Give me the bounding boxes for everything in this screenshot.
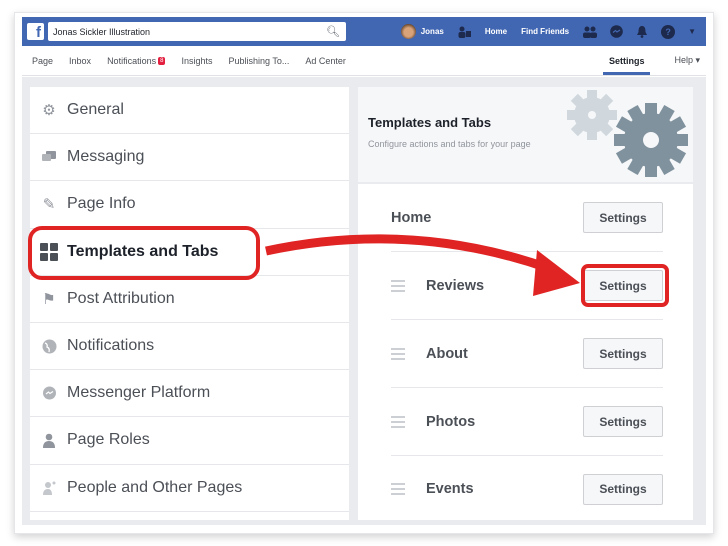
reviews-settings-button[interactable]: Settings: [583, 270, 663, 301]
notifications-bell-icon[interactable]: [636, 25, 648, 38]
sidebar-item-page-info[interactable]: ✎ Page Info: [30, 181, 349, 229]
messenger-icon: [40, 384, 58, 402]
tab-settings[interactable]: Settings: [603, 46, 650, 75]
events-settings-button[interactable]: Settings: [583, 473, 663, 505]
drag-handle-icon[interactable]: [391, 483, 405, 495]
sidebar-item-messenger-platform[interactable]: Messenger Platform: [30, 370, 349, 418]
person-icon: [40, 431, 58, 449]
search-input[interactable]: [53, 26, 303, 37]
pencil-icon: ✎: [42, 196, 56, 214]
sidebar-item-label: Page Info: [67, 195, 136, 213]
avatar[interactable]: [400, 24, 416, 39]
drag-handle-icon[interactable]: [391, 279, 405, 292]
about-settings-button[interactable]: Settings: [583, 338, 663, 369]
sidebar-item-label: Page Roles: [67, 431, 150, 449]
gear-icon: ⚙: [42, 102, 56, 120]
find-friends-link[interactable]: Find Friends: [521, 27, 569, 36]
friend-requests-icon[interactable]: [583, 26, 598, 38]
sidebar-item-label: General: [67, 101, 124, 119]
large-gear-icon: [614, 103, 688, 177]
top-nav-links: Jonas Home Find Friends ? ▼: [400, 17, 706, 46]
small-gear-icon: [567, 90, 617, 140]
tab-row-home: Home Settings: [391, 184, 663, 252]
help-menu[interactable]: Help ▾: [674, 46, 700, 75]
tab-row-events[interactable]: Events Settings: [391, 455, 663, 523]
sidebar-item-page-roles[interactable]: Page Roles: [30, 417, 349, 465]
tab-row-about[interactable]: About Settings: [391, 320, 663, 388]
tab-row-label: Reviews: [426, 277, 485, 294]
page-tabs-bar: Page Inbox Notifications 8 Insights Publ…: [22, 46, 706, 76]
tab-notifications-label: Notifications: [107, 55, 157, 66]
tabs-list: Home Settings Reviews Settings About Set…: [358, 184, 693, 520]
tab-insights[interactable]: Insights: [181, 46, 212, 75]
sidebar-item-notifications[interactable]: Notifications: [30, 323, 349, 371]
sidebar-item-label: Post Attribution: [67, 289, 175, 307]
notification-count-badge: 8: [158, 56, 166, 65]
account-menu-caret-icon[interactable]: ▼: [688, 27, 696, 36]
sidebar-item-templates-and-tabs[interactable]: Templates and Tabs: [30, 229, 349, 276]
tab-row-label: Home: [391, 209, 432, 226]
sidebar-item-post-attribution[interactable]: ⚑ Post Attribution: [30, 276, 349, 323]
top-navigation-bar: f 🔍︎ Jonas Home Find Friends ? ▼: [22, 17, 706, 46]
tab-row-reviews[interactable]: Reviews Settings: [391, 252, 663, 320]
tab-row-label: Events: [426, 481, 474, 497]
sidebar-item-label: Notifications: [67, 337, 155, 355]
sidebar-item-label: Messenger Platform: [67, 384, 211, 402]
create-page-icon[interactable]: [458, 26, 472, 38]
tab-notifications[interactable]: Notifications 8: [107, 46, 166, 75]
tab-row-photos[interactable]: Photos Settings: [391, 388, 663, 456]
sidebar-item-people-and-other-pages[interactable]: People and Other Pages: [30, 465, 349, 512]
facebook-logo-icon[interactable]: f: [27, 23, 44, 40]
messenger-icon[interactable]: [610, 25, 623, 38]
sidebar-item-messaging[interactable]: Messaging: [30, 134, 349, 182]
sidebar-item-label: Messaging: [67, 148, 145, 166]
help-icon[interactable]: ?: [661, 24, 676, 39]
drag-handle-icon[interactable]: [391, 415, 405, 428]
search-box: 🔍︎: [48, 22, 346, 41]
panel-header: Templates and Tabs Configure actions and…: [358, 87, 693, 182]
panel-subtitle: Configure actions and tabs for your page: [368, 139, 531, 149]
settings-sidebar: ⚙ General Messaging ✎ Page Info Template…: [30, 87, 349, 520]
profile-link[interactable]: Jonas: [421, 27, 444, 36]
globe-icon: [40, 337, 58, 355]
tab-page[interactable]: Page: [32, 46, 53, 75]
grid-icon: [40, 242, 58, 261]
panel-title: Templates and Tabs: [368, 115, 492, 130]
tab-ad-center[interactable]: Ad Center: [305, 46, 346, 75]
sidebar-item-general[interactable]: ⚙ General: [30, 87, 349, 135]
sidebar-item-label: People and Other Pages: [67, 478, 243, 496]
tab-row-label: Photos: [426, 413, 476, 430]
subnav-right: Settings Help ▾: [599, 46, 706, 75]
messaging-icon: [40, 148, 58, 166]
home-link[interactable]: Home: [485, 27, 507, 36]
tab-row-label: About: [426, 345, 468, 362]
search-icon[interactable]: 🔍︎: [326, 25, 340, 38]
tab-inbox[interactable]: Inbox: [69, 46, 91, 75]
tab-publishing-tools[interactable]: Publishing To...: [228, 46, 289, 75]
flag-icon: ⚑: [42, 290, 56, 308]
people-icon: [40, 479, 58, 497]
sidebar-item-label: Templates and Tabs: [67, 242, 219, 260]
photos-settings-button[interactable]: Settings: [583, 406, 663, 437]
drag-handle-icon[interactable]: [391, 347, 405, 360]
home-settings-button[interactable]: Settings: [583, 202, 663, 233]
